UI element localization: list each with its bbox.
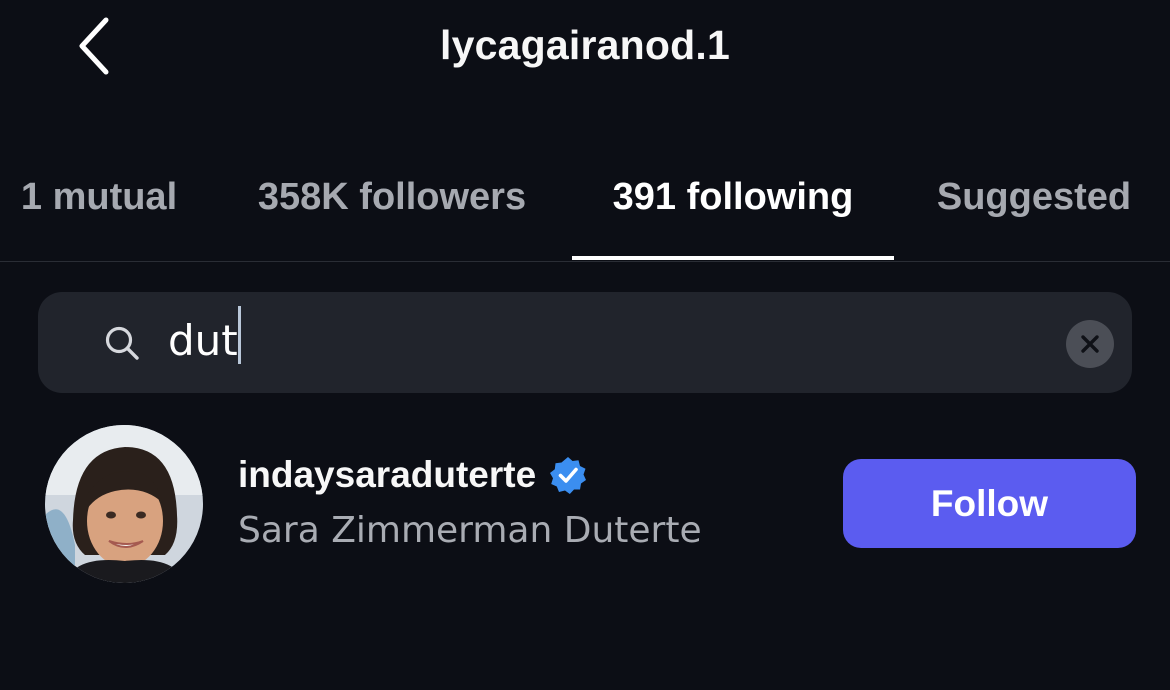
- verified-badge-icon: [550, 457, 587, 494]
- username-row: indaysaraduterte: [238, 454, 588, 496]
- tab-following[interactable]: 391 following: [572, 158, 894, 260]
- follow-button[interactable]: Follow: [843, 459, 1136, 548]
- avatar-photo: [45, 425, 203, 583]
- search-input[interactable]: dut: [38, 292, 1132, 393]
- username[interactable]: indaysaraduterte: [238, 454, 536, 496]
- search-query[interactable]: dut: [168, 316, 238, 365]
- tab-suggested[interactable]: Suggested: [918, 158, 1150, 260]
- tab-mutual[interactable]: 1 mutual: [0, 158, 198, 260]
- following-screen: lycagairanod.1 1 mutual 358K followers 3…: [0, 0, 1170, 690]
- tab-bar: 1 mutual 358K followers 391 following Su…: [0, 158, 1170, 262]
- page-title: lycagairanod.1: [440, 22, 730, 68]
- list-item[interactable]: indaysaraduterte Sara Zimmerman Duterte …: [0, 420, 1170, 590]
- full-name: Sara Zimmerman Duterte: [238, 510, 702, 551]
- clear-search-button[interactable]: [1066, 320, 1114, 368]
- search-icon: [105, 326, 139, 360]
- text-caret: [238, 306, 241, 364]
- tab-followers[interactable]: 358K followers: [220, 158, 564, 260]
- close-icon: [1081, 335, 1099, 353]
- avatar[interactable]: [45, 425, 203, 583]
